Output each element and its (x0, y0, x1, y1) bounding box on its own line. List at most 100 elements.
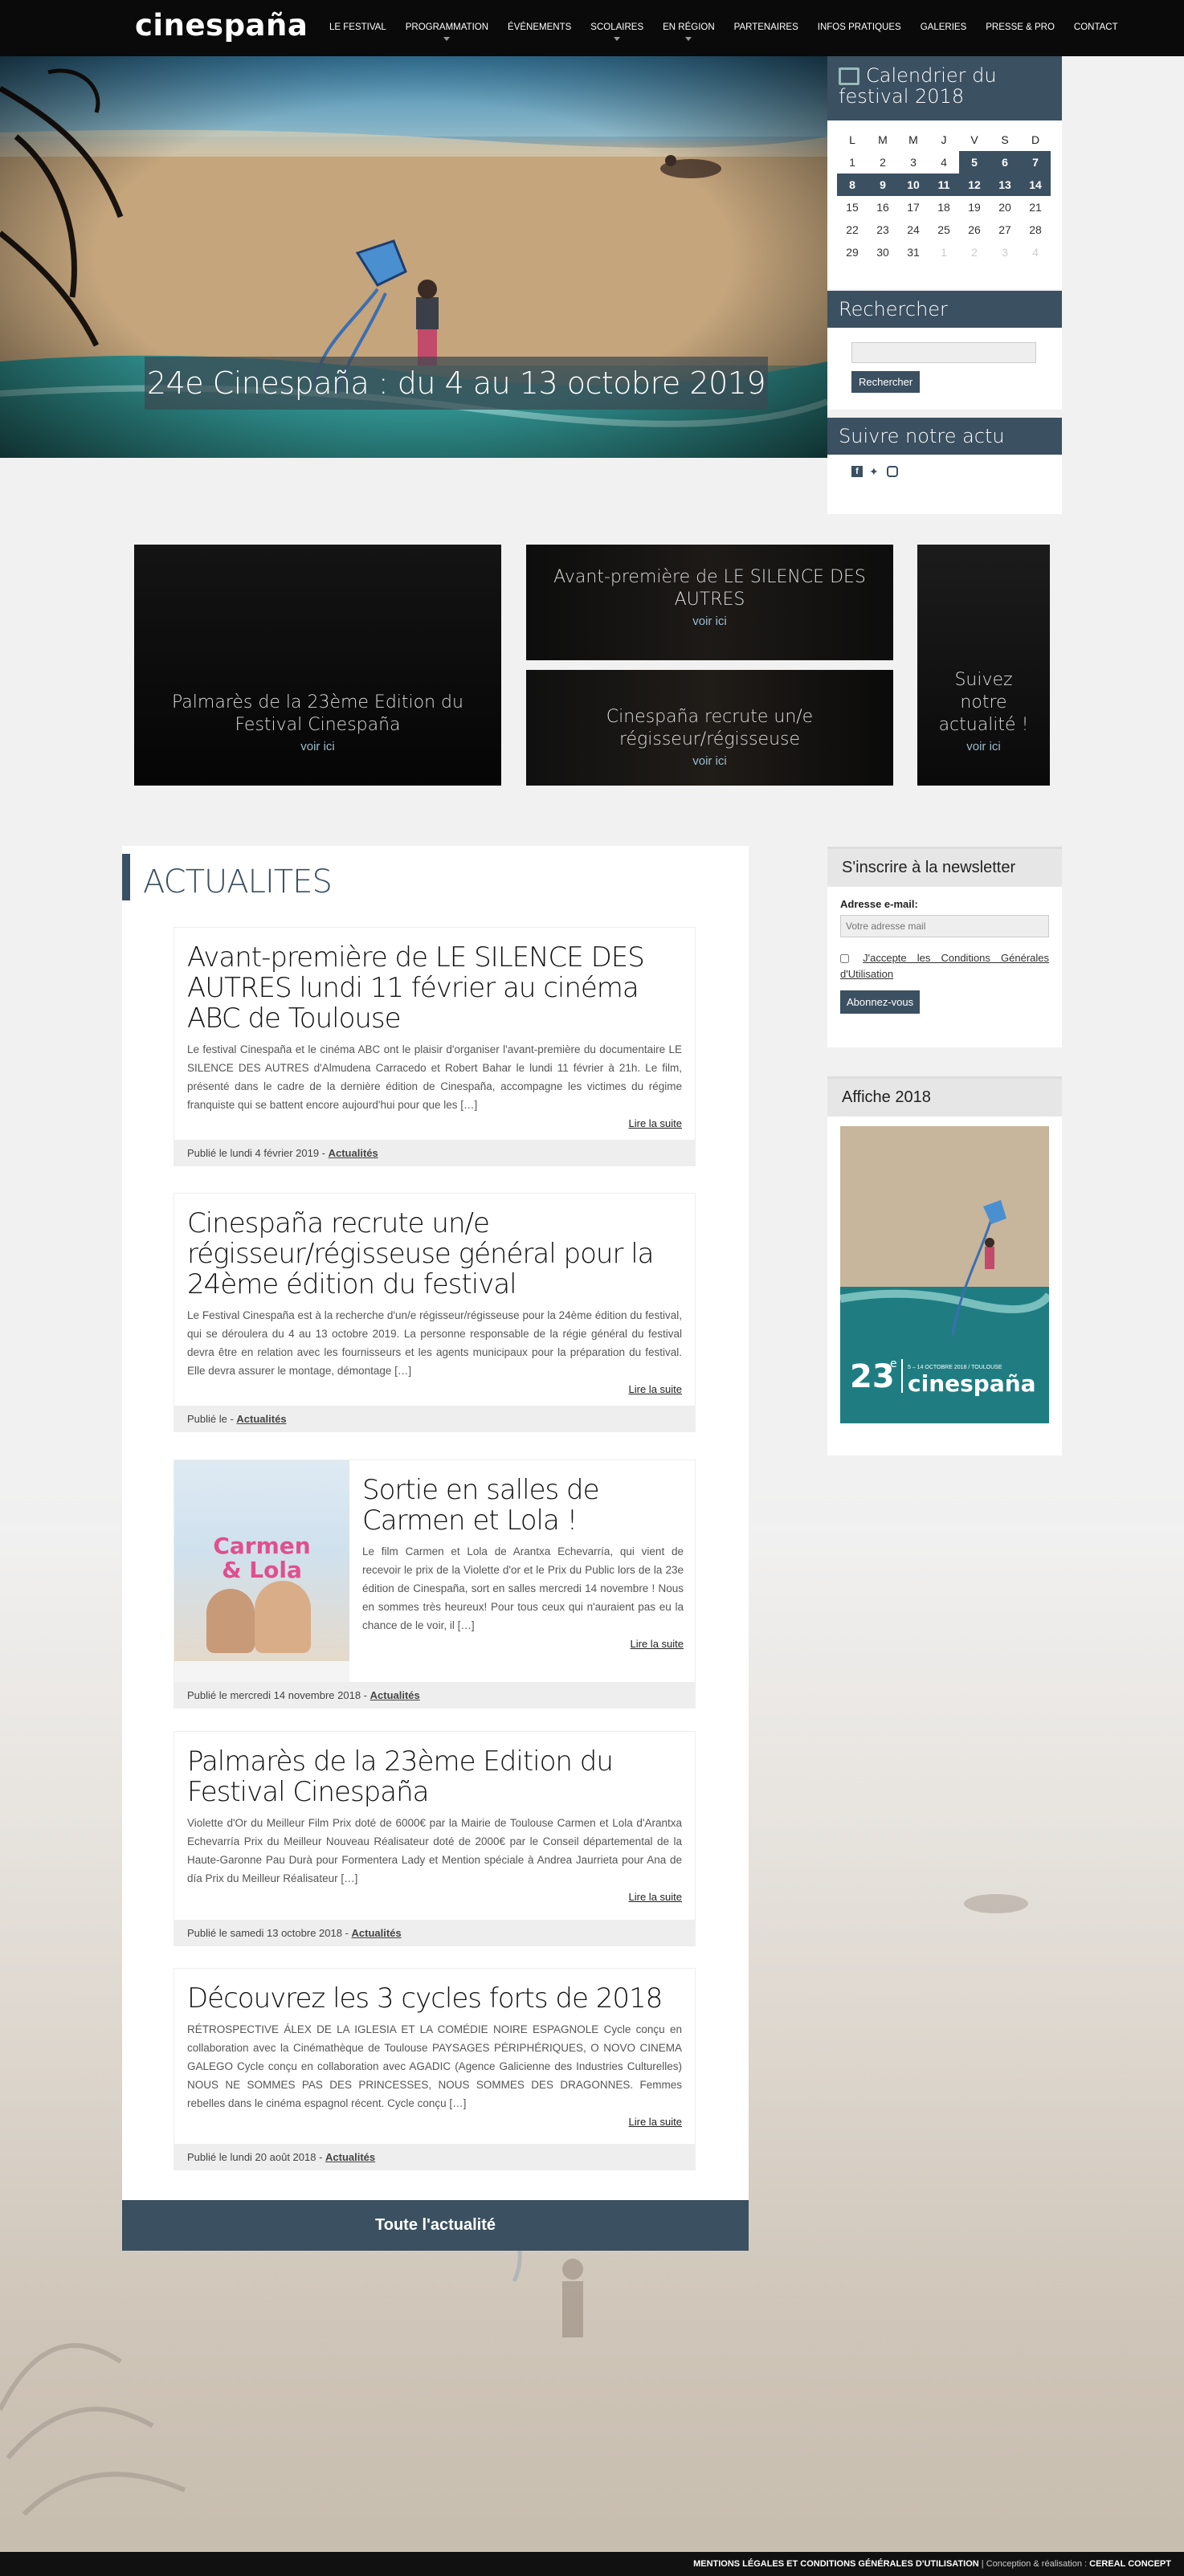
all-news-button[interactable]: Toute l'actualité (122, 2200, 749, 2251)
chevron-down-icon (614, 37, 621, 41)
article-card[interactable]: Découvrez les 3 cycles forts de 2018 RÉT… (174, 1968, 696, 2170)
cgu-link[interactable]: J'accepte les Conditions Générales d'Uti… (840, 952, 1049, 980)
news-heading-accent (122, 854, 130, 900)
hero-title: 24e Cinespaña : du 4 au 13 octobre 2019 (146, 365, 766, 401)
promo-tile-title: Avant-première de LE SILENCE DES AUTRES (553, 567, 866, 610)
facebook-icon[interactable]: f (851, 466, 863, 477)
promo-tile-recrutement[interactable]: Cinespaña recrute un/e régisseur/régisse… (526, 670, 893, 786)
calendar-day[interactable]: 14 (1020, 174, 1051, 196)
legal-link[interactable]: MENTIONS LÉGALES ET CONDITIONS GÉNÉRALES… (693, 2559, 979, 2569)
promo-tile-link[interactable]: voir ici (300, 740, 335, 753)
calendar-day: 1 (941, 246, 947, 259)
calendar-day[interactable]: 8 (837, 174, 868, 196)
chevron-down-icon (443, 37, 451, 41)
article-category-link[interactable]: Actualités (236, 1413, 286, 1425)
promo-tile-link[interactable]: voir ici (692, 754, 727, 768)
site-footer: MENTIONS LÉGALES ET CONDITIONS GÉNÉRALES… (0, 2552, 1184, 2576)
nav-item-scolaires[interactable]: SCOLAIRES (581, 0, 653, 56)
nav-item-presse-pro[interactable]: PRESSE & PRO (976, 0, 1064, 56)
promo-tile-link[interactable]: voir ici (966, 740, 1001, 753)
cgu-checkbox[interactable] (840, 954, 849, 964)
calendar-day[interactable]: 12 (959, 174, 990, 196)
promo-tile-title: Suivez notre actualité ! (938, 670, 1029, 735)
newsletter-email-label: Adresse e-mail: (840, 898, 918, 910)
calendar-day[interactable]: 11 (929, 174, 959, 196)
article-title[interactable]: Avant-première de LE SILENCE DES AUTRES … (187, 942, 682, 1034)
calendar-day[interactable]: 13 (990, 174, 1020, 196)
nav-item-en-région[interactable]: EN RÉGION (653, 0, 725, 56)
calendar-title: Calendrier du festival 2018 (827, 56, 1062, 120)
promo-tile-link[interactable]: voir ici (692, 614, 727, 628)
nav-item-événements[interactable]: ÉVÉNEMENTS (498, 0, 581, 56)
article-card[interactable]: Carmen & Lola Sortie en salles de Carmen… (174, 1459, 696, 1708)
article-category-link[interactable]: Actualités (352, 1927, 402, 1939)
hero-banner[interactable]: 24e Cinespaña : du 4 au 13 octobre 2019 (0, 56, 827, 458)
read-more-link[interactable]: Lire la suite (187, 1891, 682, 1903)
social-widget-title: Suivre notre actu (827, 418, 1062, 455)
site-logo[interactable]: cinespaña (135, 8, 308, 43)
calendar-day: 15 (846, 201, 859, 214)
social-widget: Suivre notre actu f ✦ (827, 418, 1062, 514)
calendar-day-header: S (1001, 133, 1009, 146)
promo-tile-avant-premiere[interactable]: Avant-première de LE SILENCE DES AUTRES … (526, 545, 893, 660)
calendar-day-header: J (941, 133, 947, 146)
article-card[interactable]: Cinespaña recrute un/e régisseur/régisse… (174, 1193, 696, 1432)
article-title[interactable]: Cinespaña recrute un/e régisseur/régisse… (187, 1208, 682, 1300)
nav-item-label: GALERIES (920, 22, 967, 32)
newsletter-email-input[interactable] (840, 915, 1049, 937)
poster-title-carmen: Carmen (213, 1533, 311, 1559)
nav-item-label: PROGRAMMATION (405, 22, 489, 32)
calendar-day-header: M (878, 133, 888, 146)
nav-item-label: INFOS PRATIQUES (817, 22, 901, 32)
read-more-link[interactable]: Lire la suite (362, 1638, 684, 1650)
promo-tile-palmares[interactable]: Palmarès de la 23ème Edition du Festival… (134, 545, 501, 786)
instagram-icon[interactable] (887, 466, 898, 477)
calendar-day[interactable]: 5 (959, 151, 990, 174)
article-meta: Publié le - Actualités (174, 1406, 695, 1431)
nav-item-galeries[interactable]: GALERIES (911, 0, 977, 56)
agency-link[interactable]: CEREAL CONCEPT (1089, 2559, 1171, 2569)
read-more-link[interactable]: Lire la suite (187, 1117, 682, 1129)
carmen-lola-poster[interactable]: Carmen & Lola (174, 1460, 349, 1684)
nav-item-infos-pratiques[interactable]: INFOS PRATIQUES (808, 0, 911, 56)
calendar-day: 3 (1002, 246, 1008, 259)
festival-poster-image[interactable]: 23 e 5 – 14 OCTOBRE 2018 / TOULOUSE cine… (840, 1126, 1049, 1423)
calendar-day[interactable]: 6 (990, 151, 1020, 174)
nav-item-partenaires[interactable]: PARTENAIRES (725, 0, 808, 56)
calendar-day: 25 (937, 223, 950, 236)
calendar-day: 2 (971, 246, 978, 259)
calendar-day[interactable]: 9 (868, 174, 898, 196)
chevron-down-icon (685, 37, 692, 41)
footer-credit: Conception & réalisation : (986, 2559, 1090, 2569)
poster-widget: Affiche 2018 23 e 5 – 14 OCTOBRE 2018 / … (827, 1076, 1062, 1455)
article-category-link[interactable]: Actualités (370, 1689, 420, 1701)
calendar-day: 1 (849, 156, 855, 169)
read-more-link[interactable]: Lire la suite (187, 2116, 682, 2128)
nav-item-programmation[interactable]: PROGRAMMATION (396, 0, 498, 56)
search-button[interactable]: Rechercher (851, 371, 921, 393)
article-title[interactable]: Palmarès de la 23ème Edition du Festival… (187, 1746, 682, 1807)
twitter-icon[interactable]: ✦ (869, 466, 880, 477)
calendar-day: 24 (907, 223, 920, 236)
calendar-day-header: V (970, 133, 978, 146)
article-meta: Publié le samedi 13 octobre 2018 - Actua… (174, 1920, 695, 1945)
article-title[interactable]: Sortie en salles de Carmen et Lola ! (362, 1475, 684, 1536)
calendar-title-text: Calendrier du festival 2018 (839, 64, 997, 108)
promo-tile-actualite[interactable]: Suivez notre actualité ! voir ici (917, 545, 1050, 786)
read-more-link[interactable]: Lire la suite (187, 1383, 682, 1395)
nav-item-le-festival[interactable]: LE FESTIVAL (320, 0, 396, 56)
calendar-day[interactable]: 7 (1020, 151, 1051, 174)
article-category-link[interactable]: Actualités (329, 1147, 378, 1159)
calendar-day[interactable]: 10 (898, 174, 929, 196)
poster-number-sup: e (890, 1357, 897, 1370)
article-category-link[interactable]: Actualités (325, 2151, 375, 2163)
search-input[interactable] (851, 342, 1036, 363)
subscribe-button[interactable]: Abonnez-vous (840, 990, 921, 1014)
article-card[interactable]: Palmarès de la 23ème Edition du Festival… (174, 1731, 696, 1946)
article-card[interactable]: Avant-première de LE SILENCE DES AUTRES … (174, 927, 696, 1166)
calendar-day: 21 (1029, 201, 1042, 214)
article-title[interactable]: Découvrez les 3 cycles forts de 2018 (187, 1983, 682, 2014)
nav-item-contact[interactable]: CONTACT (1064, 0, 1128, 56)
calendar-day-header: M (908, 133, 918, 146)
nav-item-label: PRESSE & PRO (986, 22, 1055, 32)
